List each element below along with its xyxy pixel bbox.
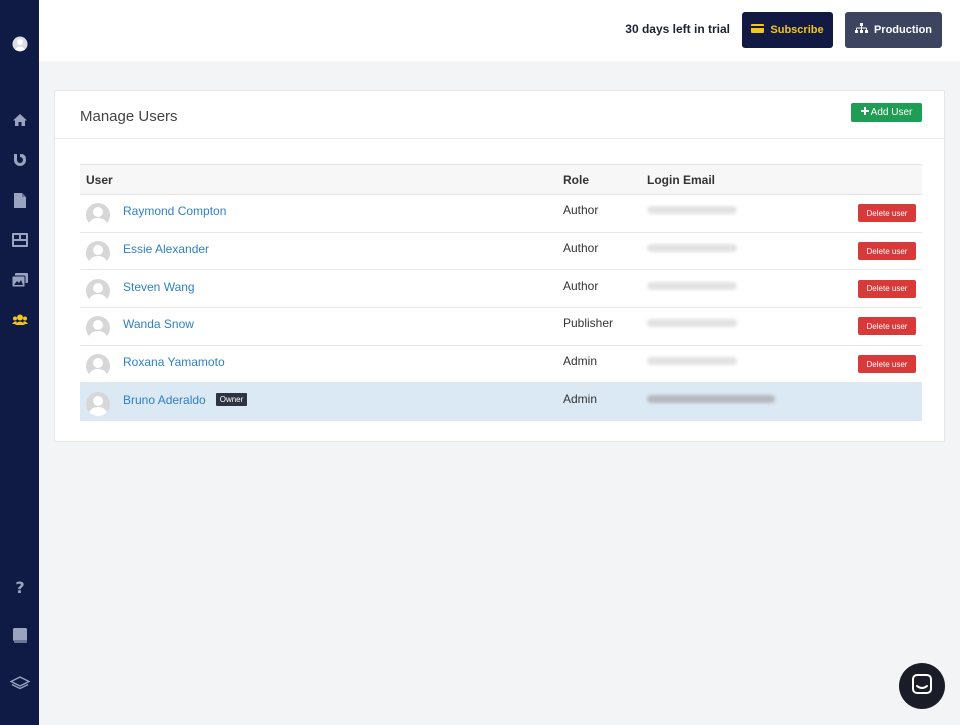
user-name-link[interactable]: Steven Wang xyxy=(123,280,195,294)
sidebar: ? xyxy=(0,0,39,725)
add-user-label: Add User xyxy=(870,107,913,118)
owner-badge: Owner xyxy=(215,393,248,407)
avatar xyxy=(86,316,110,341)
users-icon[interactable] xyxy=(0,308,39,332)
login-email-redacted xyxy=(647,319,737,328)
blog-icon[interactable] xyxy=(0,148,39,172)
credit-card-icon xyxy=(751,24,765,36)
user-name-link[interactable]: Bruno Aderaldo xyxy=(123,393,206,407)
media-icon[interactable] xyxy=(0,268,39,292)
page-title: Manage Users xyxy=(80,108,178,125)
user-name-link[interactable]: Essie Alexander xyxy=(123,242,209,256)
delete-user-button[interactable]: Delete user xyxy=(858,242,916,261)
sitemap-icon xyxy=(854,23,868,37)
user-role: Author xyxy=(563,278,599,293)
login-email-redacted xyxy=(647,394,775,403)
plus-icon xyxy=(860,107,869,118)
layers-icon[interactable] xyxy=(0,671,39,695)
table-row-owner: Bruno Aderaldo Owner Admin xyxy=(80,382,922,422)
user-name-link[interactable]: Wanda Snow xyxy=(123,317,194,331)
user-role: Publisher xyxy=(563,316,614,331)
add-user-button[interactable]: Add User xyxy=(851,103,922,122)
user-role: Author xyxy=(563,203,599,218)
chat-launcher-button[interactable] xyxy=(899,663,945,709)
chat-icon xyxy=(911,673,933,700)
help-icon[interactable]: ? xyxy=(0,575,39,599)
book-icon[interactable] xyxy=(0,623,39,647)
delete-user-button[interactable]: Delete user xyxy=(858,279,916,298)
production-button[interactable]: Production xyxy=(845,12,942,48)
layout-icon[interactable] xyxy=(0,228,39,252)
login-email-redacted xyxy=(647,206,737,215)
trial-status: 30 days left in trial xyxy=(625,22,730,36)
column-header-actions xyxy=(831,164,922,195)
delete-user-button[interactable]: Delete user xyxy=(858,355,916,374)
column-header-user: User xyxy=(80,164,557,195)
avatar-icon[interactable] xyxy=(0,32,39,56)
avatar xyxy=(86,203,110,228)
document-icon[interactable] xyxy=(0,188,39,212)
column-header-login-email: Login Email xyxy=(641,164,831,195)
table-row: Raymond Compton Author Delete user xyxy=(80,194,922,233)
user-name-link[interactable]: Raymond Compton xyxy=(123,204,226,218)
delete-user-button[interactable]: Delete user xyxy=(858,317,916,336)
subscribe-button[interactable]: Subscribe xyxy=(742,12,833,48)
production-label: Production xyxy=(873,24,933,36)
avatar xyxy=(86,391,110,416)
svg-text:?: ? xyxy=(15,579,24,595)
table-row: Wanda Snow Publisher Delete user xyxy=(80,307,922,346)
column-header-role: Role xyxy=(557,164,641,195)
manage-users-panel: Manage Users Add User User Role Login Em… xyxy=(54,90,945,442)
avatar xyxy=(86,278,110,303)
user-role: Admin xyxy=(563,354,598,369)
login-email-redacted xyxy=(647,281,737,290)
user-name-link[interactable]: Roxana Yamamoto xyxy=(123,355,225,369)
users-table: User Role Login Email Raymond Compton Au… xyxy=(80,164,922,422)
home-icon[interactable] xyxy=(0,108,39,132)
avatar xyxy=(86,354,110,379)
user-role: Admin xyxy=(563,391,598,406)
table-row: Steven Wang Author Delete user xyxy=(80,269,922,309)
panel-header: Manage Users Add User xyxy=(55,91,944,139)
delete-user-button[interactable]: Delete user xyxy=(858,204,916,223)
subscribe-label: Subscribe xyxy=(770,24,824,36)
login-email-redacted xyxy=(647,357,737,366)
avatar xyxy=(86,241,110,266)
table-row: Essie Alexander Author Delete user xyxy=(80,232,922,271)
table-header-row: User Role Login Email xyxy=(80,164,922,195)
user-role: Author xyxy=(563,241,599,256)
table-row: Roxana Yamamoto Admin Delete user xyxy=(80,345,922,384)
login-email-redacted xyxy=(647,244,737,253)
